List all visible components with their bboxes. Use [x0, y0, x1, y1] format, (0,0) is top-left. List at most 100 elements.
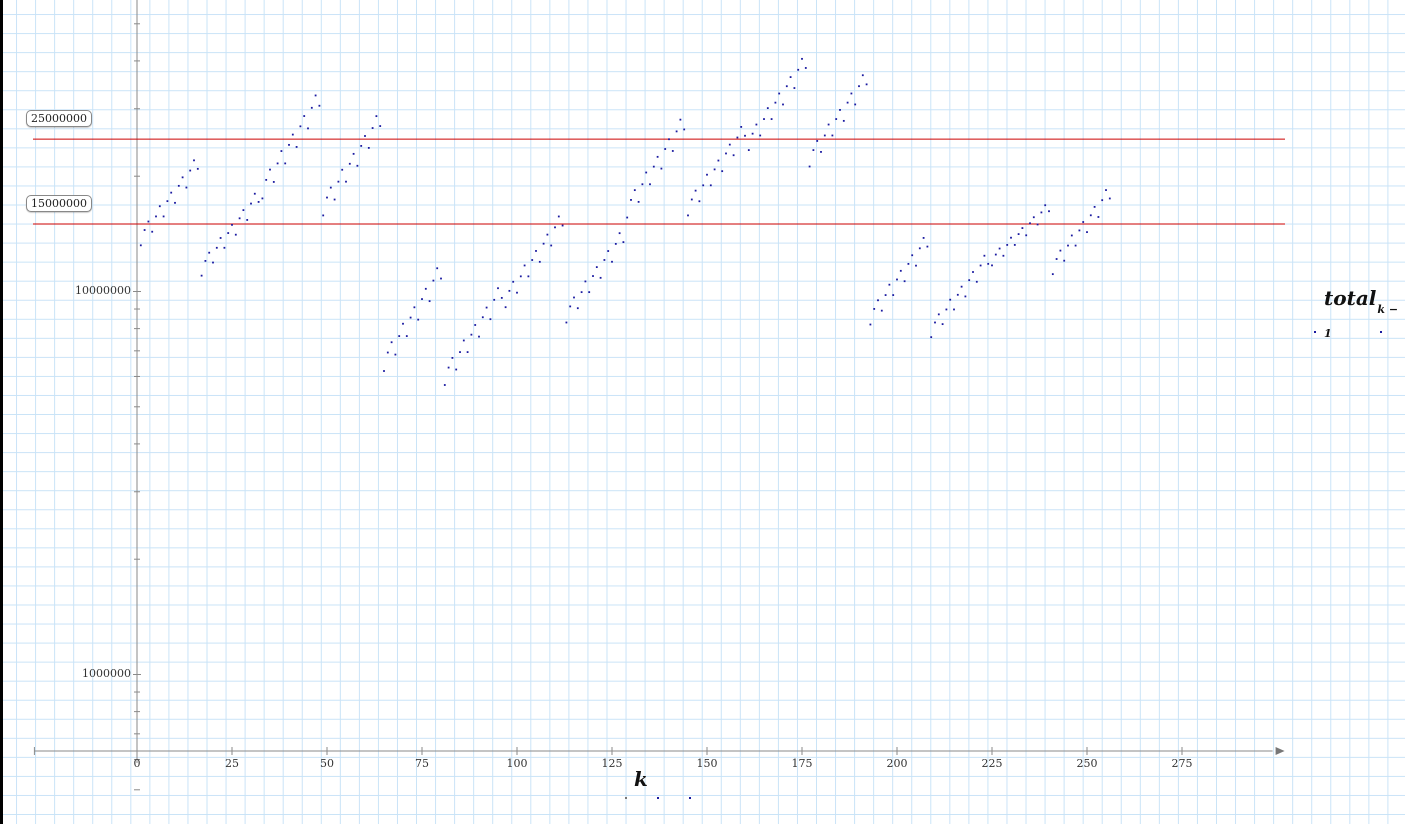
- data-point: [827, 123, 830, 126]
- scatter-plot[interactable]: [0, 0, 1405, 824]
- x-tick-label: 50: [320, 757, 334, 770]
- data-point: [580, 291, 583, 294]
- data-point: [953, 308, 955, 311]
- data-point: [759, 134, 762, 137]
- data-point: [223, 246, 226, 249]
- data-point: [542, 242, 545, 245]
- data-point: [177, 184, 180, 187]
- data-point: [725, 152, 727, 155]
- data-point: [839, 109, 841, 111]
- data-point: [687, 214, 689, 217]
- data-point: [744, 134, 746, 137]
- data-point: [185, 186, 188, 189]
- data-point: [717, 159, 720, 162]
- x-tick-label: 225: [981, 757, 1003, 770]
- data-point: [1089, 214, 1092, 217]
- data-point: [1067, 244, 1069, 247]
- data-point: [918, 247, 921, 250]
- data-point: [1101, 199, 1104, 202]
- data-point: [242, 209, 245, 212]
- data-point: [1006, 244, 1009, 246]
- data-point: [782, 103, 784, 106]
- data-point: [219, 237, 222, 239]
- data-point: [595, 266, 598, 269]
- data-point: [208, 251, 211, 254]
- data-point: [656, 155, 659, 158]
- data-point: [740, 126, 743, 128]
- data-point: [250, 202, 252, 205]
- data-point: [770, 118, 773, 120]
- data-point: [599, 276, 602, 279]
- data-point: [618, 232, 621, 235]
- data-point: [873, 308, 876, 310]
- data-point: [447, 366, 450, 369]
- data-point: [269, 168, 271, 171]
- data-point: [645, 171, 648, 174]
- data-point: [1086, 231, 1088, 234]
- data-point: [215, 246, 218, 249]
- data-point: [679, 118, 682, 121]
- data-point: [212, 261, 214, 264]
- data-point: [227, 232, 230, 234]
- marker-label-25000000[interactable]: 25000000: [26, 110, 92, 128]
- data-point: [257, 201, 260, 203]
- data-point: [462, 339, 465, 342]
- y-axis-label[interactable]: totalk − 1: [1324, 286, 1405, 340]
- x-axis-arrow: [1275, 747, 1285, 755]
- x-tick-label: 275: [1171, 757, 1193, 770]
- data-point: [436, 267, 439, 270]
- marker-label-15000000[interactable]: 15000000: [26, 195, 92, 213]
- data-point: [823, 134, 826, 137]
- data-point: [675, 130, 678, 133]
- data-point: [1093, 205, 1096, 208]
- data-point: [432, 279, 435, 282]
- data-point: [1059, 249, 1062, 252]
- data-point: [732, 154, 735, 157]
- data-point: [850, 92, 853, 95]
- data-point: [181, 176, 184, 179]
- data-point: [808, 165, 811, 168]
- data-point: [253, 192, 256, 195]
- data-point: [576, 307, 579, 310]
- data-point: [390, 341, 393, 344]
- data-point: [835, 118, 838, 120]
- data-point: [504, 306, 507, 309]
- data-point: [649, 183, 651, 186]
- data-point: [333, 198, 336, 201]
- data-point: [348, 162, 351, 165]
- data-point: [413, 306, 416, 309]
- y-axis-label-text: total: [1324, 286, 1377, 310]
- data-point: [926, 245, 929, 248]
- x-axis-format-dot: [625, 797, 627, 799]
- data-point: [915, 264, 917, 267]
- data-point: [945, 308, 948, 311]
- data-point: [884, 294, 887, 296]
- data-point: [166, 200, 169, 203]
- data-point: [1082, 221, 1085, 223]
- data-point: [949, 298, 952, 301]
- data-point: [755, 123, 758, 126]
- y-tick-label: 1000000: [82, 666, 131, 680]
- data-point: [1036, 223, 1039, 226]
- data-point: [155, 215, 157, 218]
- data-point: [937, 313, 940, 316]
- data-point: [626, 216, 629, 219]
- data-point: [778, 92, 781, 95]
- data-point: [443, 384, 446, 386]
- data-point: [607, 250, 610, 252]
- x-axis-label[interactable]: k: [634, 767, 648, 791]
- data-point: [284, 162, 287, 165]
- data-point: [288, 143, 290, 146]
- data-point: [721, 170, 724, 173]
- data-point: [1029, 222, 1031, 225]
- data-point: [812, 149, 815, 151]
- data-point: [318, 104, 321, 107]
- data-point: [1074, 244, 1077, 247]
- data-point: [485, 306, 488, 309]
- data-point: [523, 264, 526, 267]
- data-point: [664, 148, 667, 150]
- data-point: [820, 151, 822, 153]
- x-tick-label: 200: [886, 757, 908, 770]
- data-point: [611, 260, 613, 263]
- data-point: [911, 254, 914, 257]
